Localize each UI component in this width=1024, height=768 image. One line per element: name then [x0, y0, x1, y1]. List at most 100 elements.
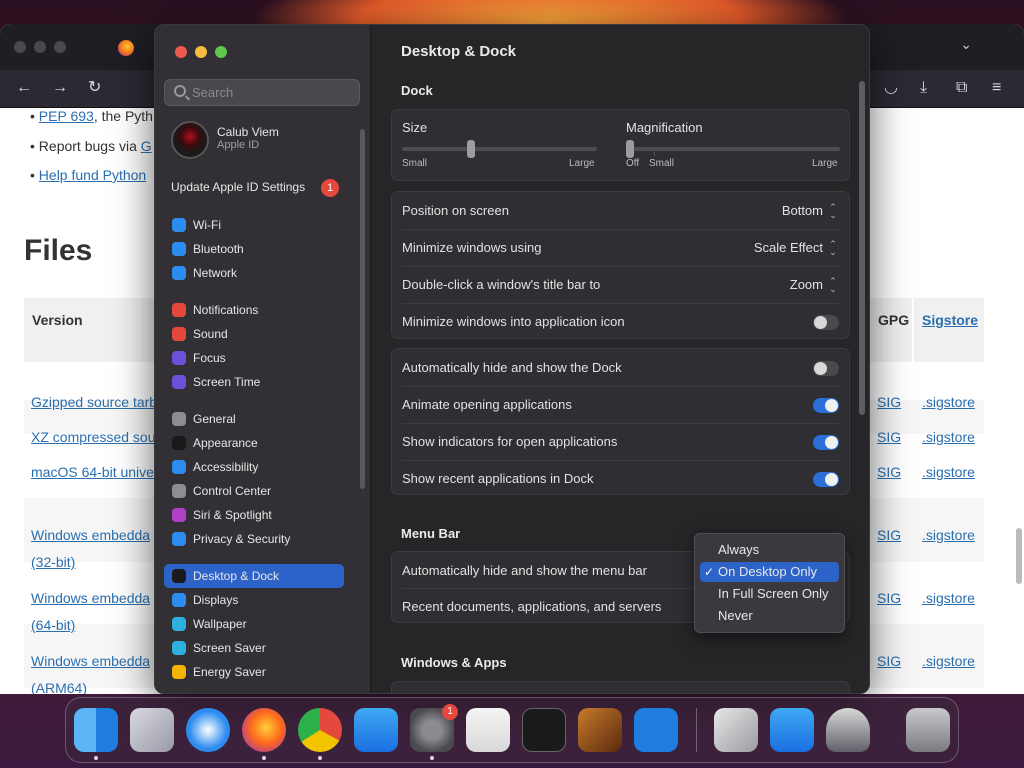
sidebar-item-wi-fi[interactable]: Wi-Fi: [164, 213, 344, 237]
magnification-slider-thumb[interactable]: [626, 140, 634, 158]
sidebar-item-bluetooth[interactable]: Bluetooth: [164, 237, 344, 261]
sidebar-item-appearance[interactable]: Appearance: [164, 431, 344, 455]
app-store-icon[interactable]: [354, 708, 398, 752]
recent-apps-label: Show recent applications in Dock: [402, 471, 594, 486]
sidebar-item-desktop-dock[interactable]: Desktop & Dock: [164, 564, 344, 588]
position-value[interactable]: Bottom: [782, 203, 823, 218]
sidebar-item-sound[interactable]: Sound: [164, 322, 344, 346]
search-field[interactable]: [164, 79, 360, 106]
bugs-link[interactable]: G: [141, 138, 152, 154]
guitar-app-icon[interactable]: [578, 708, 622, 752]
sidebar-item-screen-time[interactable]: Screen Time: [164, 370, 344, 394]
textedit-icon[interactable]: [466, 708, 510, 752]
update-apple-id-item[interactable]: Update Apple ID Settings: [171, 180, 305, 194]
sidebar-item-notifications[interactable]: Notifications: [164, 298, 344, 322]
zoom-button[interactable]: [215, 46, 227, 58]
minimize-into-icon-toggle[interactable]: [813, 315, 839, 330]
rocket-icon[interactable]: [826, 708, 870, 752]
file-link[interactable]: macOS 64-bit unive: [31, 464, 154, 480]
back-arrow-icon[interactable]: ←: [16, 78, 32, 98]
finder-icon[interactable]: [74, 708, 118, 752]
utility-icon[interactable]: [714, 708, 758, 752]
minimize-using-value[interactable]: Scale Effect: [754, 240, 823, 255]
menu-item-on-desktop-only[interactable]: ✓ On Desktop Only: [700, 562, 839, 582]
safari-icon[interactable]: [186, 708, 230, 752]
sidebar-scrollbar[interactable]: [360, 129, 365, 489]
sig-link[interactable]: SIG: [877, 527, 901, 543]
autohide-dock-toggle[interactable]: [813, 361, 839, 376]
zoom-dot[interactable]: [54, 41, 66, 53]
close-button[interactable]: [175, 46, 187, 58]
firefox-tab-icon[interactable]: [118, 40, 134, 56]
sig-link[interactable]: SIG: [877, 394, 901, 410]
forward-arrow-icon[interactable]: →: [52, 78, 68, 98]
sidebar-item-general[interactable]: General: [164, 407, 344, 431]
animate-toggle[interactable]: [813, 398, 839, 413]
position-stepper-icon[interactable]: ⌃ ⌄: [827, 203, 839, 220]
indicators-toggle[interactable]: [813, 435, 839, 450]
recent-apps-toggle[interactable]: [813, 472, 839, 487]
fund-link[interactable]: Help fund Python: [39, 167, 146, 183]
sidebar-item-focus[interactable]: Focus: [164, 346, 344, 370]
menu-icon[interactable]: ≡: [992, 78, 1001, 98]
chevron-down-icon[interactable]: ⌄: [960, 36, 972, 53]
avatar[interactable]: [171, 121, 209, 159]
file-link[interactable]: Gzipped source tarb: [31, 394, 157, 410]
sigstore-link[interactable]: .sigstore: [922, 464, 975, 480]
file-link[interactable]: Windows embedda: [31, 590, 150, 606]
pocket-icon[interactable]: ◡: [884, 78, 898, 98]
sig-link[interactable]: SIG: [877, 653, 901, 669]
browser-scrollbar[interactable]: [1016, 528, 1022, 584]
menu-item-never[interactable]: Never: [700, 606, 839, 626]
extensions-icon[interactable]: ⧉: [956, 78, 967, 98]
sidebar-item-energy-saver[interactable]: Energy Saver: [164, 660, 344, 684]
size-slider-thumb[interactable]: [467, 140, 476, 158]
double-click-value[interactable]: Zoom: [790, 277, 823, 292]
file-link-suffix[interactable]: (ARM64): [31, 680, 87, 694]
sig-link[interactable]: SIG: [877, 429, 901, 445]
menu-item-in-full-screen-only[interactable]: In Full Screen Only: [700, 584, 839, 604]
sidebar-item-displays[interactable]: Displays: [164, 588, 344, 612]
menu-item-always[interactable]: Always: [700, 540, 839, 560]
keynote-icon[interactable]: [770, 708, 814, 752]
sidebar-item-siri-spotlight[interactable]: Siri & Spotlight: [164, 503, 344, 527]
file-link[interactable]: Windows embedda: [31, 527, 150, 543]
chrome-icon[interactable]: [298, 708, 342, 752]
file-link[interactable]: Windows embedda: [31, 653, 150, 669]
sidebar-item-wallpaper[interactable]: Wallpaper: [164, 612, 344, 636]
close-dot[interactable]: [14, 41, 26, 53]
sigstore-link[interactable]: .sigstore: [922, 429, 975, 445]
minimize-stepper-icon[interactable]: ⌃ ⌄: [827, 240, 839, 257]
file-link[interactable]: XZ compressed sou: [31, 429, 156, 445]
sigstore-header[interactable]: Sigstore: [914, 298, 984, 362]
pep-link[interactable]: PEP 693: [39, 108, 94, 124]
sigstore-link[interactable]: .sigstore: [922, 653, 975, 669]
vscode-icon[interactable]: [634, 708, 678, 752]
main-scrollbar[interactable]: [859, 81, 865, 415]
minimize-button[interactable]: [195, 46, 207, 58]
size-slider-track[interactable]: [402, 147, 597, 151]
launchpad-icon[interactable]: [130, 708, 174, 752]
firefox-icon[interactable]: [242, 708, 286, 752]
sidebar-item-screen-saver[interactable]: Screen Saver: [164, 636, 344, 660]
sidebar-item-privacy-security[interactable]: Privacy & Security: [164, 527, 344, 551]
minimize-dot[interactable]: [34, 41, 46, 53]
reload-icon[interactable]: ↻: [88, 78, 101, 98]
sidebar-item-network[interactable]: Network: [164, 261, 344, 285]
file-link-suffix[interactable]: (32-bit): [31, 554, 75, 570]
double-click-stepper-icon[interactable]: ⌃ ⌄: [827, 277, 839, 294]
search-input[interactable]: [192, 85, 352, 100]
download-icon[interactable]: ⤓: [920, 78, 927, 98]
sigstore-link[interactable]: .sigstore: [922, 394, 975, 410]
file-link-suffix[interactable]: (64-bit): [31, 617, 75, 633]
terminal-icon[interactable]: [522, 708, 566, 752]
sig-link[interactable]: SIG: [877, 464, 901, 480]
sigstore-link[interactable]: .sigstore: [922, 590, 975, 606]
sigstore-link[interactable]: .sigstore: [922, 527, 975, 543]
trash-icon[interactable]: [906, 708, 950, 752]
magnification-slider-track[interactable]: [626, 147, 840, 151]
account-name[interactable]: Calub Viem: [217, 125, 279, 139]
sidebar-item-accessibility[interactable]: Accessibility: [164, 455, 344, 479]
sidebar-item-control-center[interactable]: Control Center: [164, 479, 344, 503]
sig-link[interactable]: SIG: [877, 590, 901, 606]
